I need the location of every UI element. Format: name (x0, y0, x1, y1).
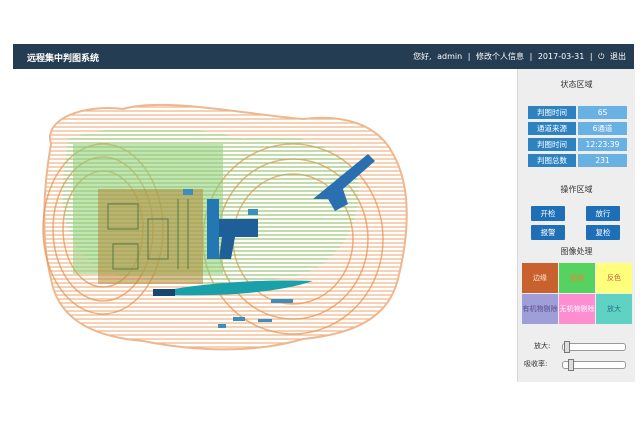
greeting: 您好, (413, 52, 432, 61)
app-title: 远程集中判图系统 (27, 54, 100, 64)
inorganic-remove-button[interactable]: 无机物剔除 (559, 294, 595, 324)
date-text: 2017-03-31 (537, 52, 585, 61)
alarm-button[interactable]: 报警 (531, 225, 565, 240)
power-icon[interactable]: ⏻ (598, 52, 604, 61)
status-section-title: 状态区域 (560, 80, 593, 89)
status-label: 判图时间 (528, 138, 576, 151)
absorb-slider[interactable] (562, 359, 626, 371)
user-area: 您好, admin | 修改个人信息 | 2017-03-31 | ⏻ 退出 (410, 51, 626, 62)
zoom-slider[interactable] (562, 341, 626, 353)
xray-image-area[interactable] (13, 69, 516, 382)
enhance-button[interactable]: 超增 (559, 263, 595, 293)
recheck-button[interactable]: 复检 (586, 225, 620, 240)
separator: | (529, 52, 533, 61)
right-panel: 状态区域 判图时间 6S 通道来源 6通道 判图时间 12:23:39 判图总数… (517, 69, 635, 382)
logout-link[interactable]: 退出 (610, 52, 626, 61)
status-value: 6通道 (578, 122, 627, 135)
zoom-slider-thumb[interactable] (564, 341, 570, 353)
absorb-label: 吸收率: (524, 360, 548, 368)
status-row: 判图时间 6S (528, 106, 627, 119)
separator: | (589, 52, 593, 61)
status-row: 通道来源 6通道 (528, 122, 627, 135)
status-row: 判图总数 231 (528, 154, 627, 167)
absorb-slider-thumb[interactable] (568, 359, 574, 371)
status-row: 判图时间 12:23:39 (528, 138, 627, 151)
status-label: 判图时间 (528, 106, 576, 119)
separator: | (467, 52, 471, 61)
release-button[interactable]: 放行 (586, 206, 620, 221)
status-value: 6S (578, 106, 627, 119)
organic-remove-button[interactable]: 有机物剔除 (522, 294, 558, 324)
change-info-link[interactable]: 修改个人信息 (476, 52, 524, 61)
open-check-button[interactable]: 开检 (531, 206, 565, 221)
operation-section-title: 操作区域 (560, 185, 593, 194)
invert-button[interactable]: 反色 (596, 263, 632, 293)
top-bar: 远程集中判图系统 您好, admin | 修改个人信息 | 2017-03-31… (13, 44, 634, 69)
zoom-tile-button[interactable]: 放大 (596, 294, 632, 324)
zoom-label: 放大: (534, 342, 551, 350)
image-processing-title: 图像处理 (560, 247, 593, 256)
status-value: 12:23:39 (578, 138, 627, 151)
status-value: 231 (578, 154, 627, 167)
status-label: 通道来源 (528, 122, 576, 135)
status-label: 判图总数 (528, 154, 576, 167)
xray-image (42, 103, 408, 351)
username: admin (437, 52, 463, 61)
edge-button[interactable]: 边缘 (522, 263, 558, 293)
